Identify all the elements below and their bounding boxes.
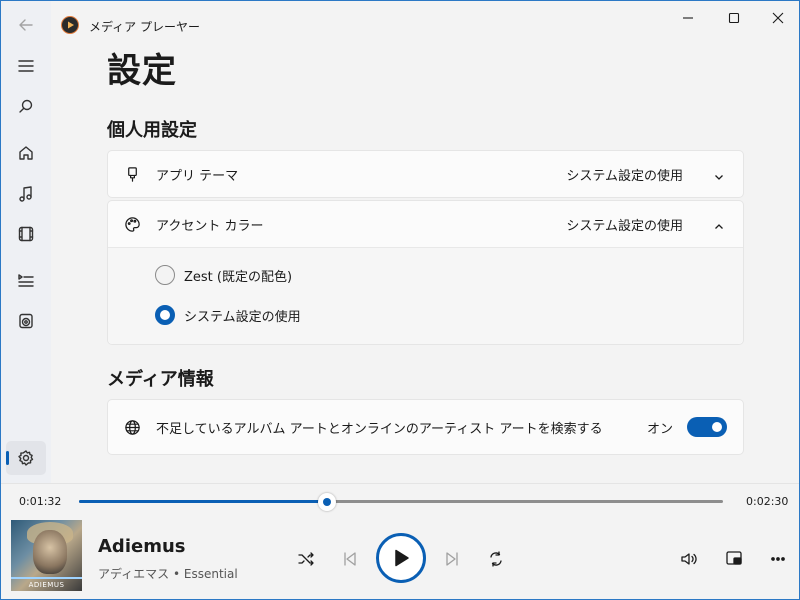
track-artist-album[interactable]: アディエマス • Essential [98,565,238,582]
more-horizontal-icon [771,557,785,561]
previous-button[interactable] [339,548,361,570]
app-theme-label: アプリ テーマ [156,168,239,184]
accent-option-zest-label: Zest (既定の配色) [184,269,293,285]
repeat-icon [490,551,502,567]
toggle-knob [712,422,722,432]
video-library-button[interactable] [6,217,46,251]
repeat-button[interactable] [485,548,507,570]
play-queue-button[interactable] [6,263,46,297]
globe-icon [123,418,141,436]
next-button[interactable] [441,548,463,570]
seek-bar-thumb[interactable] [317,493,336,511]
personal-section-title: 個人用設定 [107,120,197,141]
radio-button-unchecked[interactable] [155,265,175,285]
search-button[interactable] [6,89,46,123]
gear-icon [18,450,34,466]
accent-color-setting: アクセント カラー システム設定の使用 Zest (既定の配色) システム設定の… [107,200,744,345]
media-player-window: メディア プレーヤー 設定 個人用設定 アプリ テーマ システム設定の使用 アク… [0,0,800,600]
search-icon [19,99,33,113]
chevron-down-icon[interactable] [713,168,725,180]
play-button[interactable] [376,533,426,583]
app-theme-row[interactable]: アプリ テーマ システム設定の使用 [108,151,743,197]
radio-button-checked[interactable] [155,305,175,325]
home-button[interactable] [6,136,46,170]
shuffle-icon [298,552,314,566]
mini-player-icon [726,551,742,565]
accent-color-options: Zest (既定の配色) システム設定の使用 [108,247,743,344]
mini-player-button[interactable] [723,548,745,570]
player-bar: 0:01:32 0:02:30 ADIEMUS Adiemus アディエマス •… [1,483,799,599]
brush-icon [123,165,141,183]
settings-content: 設定 個人用設定 アプリ テーマ システム設定の使用 アクセント カラー システ… [51,1,799,483]
music-library-button[interactable] [6,177,46,211]
album-art-search-toggle[interactable] [687,417,727,437]
volume-button[interactable] [678,548,700,570]
hamburger-menu-icon [18,60,34,72]
accent-color-label: アクセント カラー [156,218,264,234]
menu-button[interactable] [6,49,46,83]
album-art-search-row: 不足しているアルバム アートとオンラインのアーティスト アートを検索する オン [108,404,743,450]
settings-button[interactable] [6,441,46,475]
accent-option-system-label: システム設定の使用 [184,309,301,325]
album-art-search-label: 不足しているアルバム アートとオンラインのアーティスト アートを検索する [156,421,603,437]
home-icon [19,146,33,160]
seek-bar-progress [79,500,327,503]
playlists-button[interactable] [6,304,46,338]
media-info-section-title: メディア情報 [107,369,214,390]
page-title: 設定 [107,51,177,91]
film-icon [18,226,34,242]
volume-icon [681,553,697,565]
media-info-setting: 不足しているアルバム アートとオンラインのアーティスト アートを検索する オン [107,399,744,455]
play-icon [395,549,409,567]
track-title[interactable]: Adiemus [98,536,185,557]
playlist-icon [18,274,34,287]
accent-option-zest[interactable]: Zest (既定の配色) [155,264,292,286]
back-button[interactable] [6,8,46,42]
elapsed-time: 0:01:32 [19,495,62,508]
app-theme-setting[interactable]: アプリ テーマ システム設定の使用 [107,150,744,198]
app-theme-value[interactable]: システム設定の使用 [566,165,683,184]
toggle-state-label: オン [646,421,673,437]
skip-next-icon [446,552,458,566]
accent-color-value[interactable]: システム設定の使用 [566,215,683,234]
seek-bar[interactable] [79,493,723,511]
music-note-icon [19,186,32,202]
total-time: 0:02:30 [746,495,789,508]
navigation-rail [1,1,51,483]
shuffle-button[interactable] [295,548,317,570]
play-queue-icon [19,313,33,329]
album-art-logo-text: ADIEMUS [28,581,65,589]
album-art[interactable]: ADIEMUS [11,520,82,591]
more-options-button[interactable] [767,548,789,570]
accent-option-system[interactable]: システム設定の使用 [155,304,301,326]
palette-icon [123,215,141,233]
back-arrow-icon [19,19,33,31]
skip-previous-icon [344,552,356,566]
chevron-up-icon[interactable] [713,218,725,230]
accent-color-row[interactable]: アクセント カラー システム設定の使用 [108,201,743,247]
active-indicator [6,451,9,465]
